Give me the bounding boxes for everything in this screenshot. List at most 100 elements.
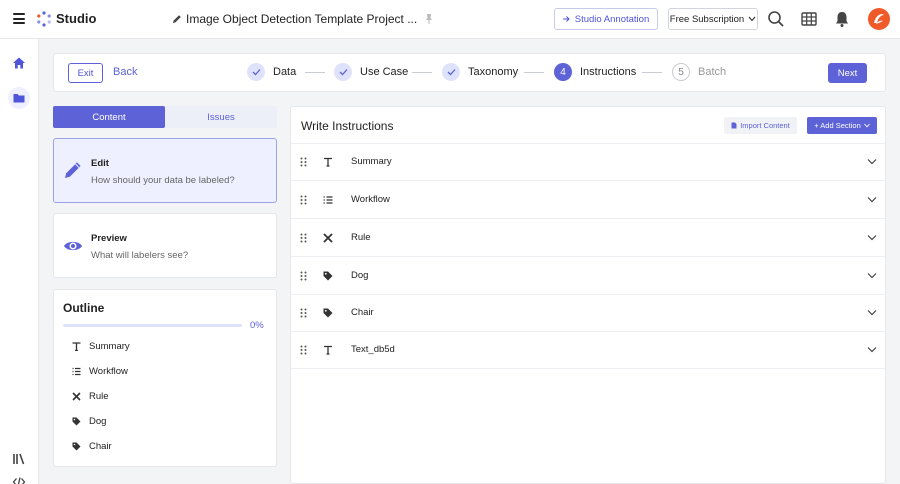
menu-icon[interactable] — [13, 13, 25, 24]
section-label: Summary — [351, 156, 392, 167]
home-icon[interactable] — [12, 56, 26, 70]
tag-icon — [71, 417, 81, 427]
section-row-chair[interactable]: Chair — [291, 295, 885, 332]
avatar[interactable] — [868, 8, 890, 30]
outline-item-dog[interactable]: Dog — [71, 416, 106, 427]
chevron-down-icon — [748, 16, 756, 22]
chevron-down-icon[interactable] — [867, 158, 877, 166]
editor-title: Write Instructions — [301, 119, 394, 133]
chevron-down-icon — [863, 123, 870, 128]
preview-mode-card[interactable]: Preview What will labelers see? — [53, 213, 277, 278]
step-connector — [524, 72, 544, 73]
rule-icon — [323, 233, 333, 243]
outline-item-label: Dog — [89, 416, 107, 427]
subscription-label: Free Subscription — [669, 13, 745, 25]
outline-item-label: Workflow — [89, 366, 128, 377]
step-label: Batch — [698, 66, 727, 78]
outline-progress-bar — [63, 324, 242, 327]
step-label: Use Case — [360, 66, 409, 78]
tab-issues[interactable]: Issues — [165, 106, 277, 128]
section-label: Text_db5d — [351, 344, 395, 355]
tag-icon — [323, 308, 333, 318]
section-label: Workflow — [351, 194, 390, 205]
pin-icon[interactable] — [425, 14, 433, 24]
step-connector — [642, 72, 662, 73]
step-check-icon — [334, 63, 352, 81]
chevron-down-icon[interactable] — [867, 272, 877, 280]
mode-subtitle: What will labelers see? — [91, 250, 189, 261]
import-content-button[interactable]: Import Content — [724, 117, 797, 134]
studio-annotation-button[interactable]: Studio Annotation — [554, 8, 658, 30]
drag-handle-icon[interactable] — [300, 195, 307, 205]
outline-item-label: Chair — [89, 441, 112, 452]
add-section-button[interactable]: + Add Section — [807, 117, 877, 134]
library-icon[interactable] — [12, 452, 26, 466]
mode-title: Preview — [91, 233, 127, 244]
outline-item-summary[interactable]: Summary — [71, 341, 130, 352]
search-icon[interactable] — [767, 10, 785, 28]
step-label: Data — [273, 66, 297, 78]
step-label: Instructions — [580, 66, 637, 78]
top-bar: Studio Image Object Detection Template P… — [0, 0, 900, 39]
step-use-case[interactable]: Use Case — [334, 63, 408, 81]
step-instructions[interactable]: 4 Instructions — [554, 63, 636, 81]
drag-handle-icon[interactable] — [300, 308, 307, 318]
grid-apps-icon[interactable] — [800, 10, 818, 28]
section-row-workflow[interactable]: Workflow — [291, 182, 885, 219]
tab-content[interactable]: Content — [53, 106, 165, 128]
step-label: Taxonomy — [468, 66, 519, 78]
step-number: 4 — [554, 63, 572, 81]
step-connector — [305, 72, 325, 73]
project-title-text: Image Object Detection Template Project … — [186, 12, 418, 26]
subscription-dropdown[interactable]: Free Subscription — [668, 8, 758, 30]
studio-annotation-label: Studio Annotation — [574, 13, 650, 25]
outline-panel: Outline 0% Summary Workflow Rule Dog Cha… — [53, 289, 277, 467]
pencil-icon — [173, 15, 181, 23]
section-row-summary[interactable]: Summary — [291, 144, 885, 181]
document-icon — [731, 122, 737, 129]
pencil-icon — [65, 162, 81, 178]
chevron-down-icon[interactable] — [867, 234, 877, 242]
drag-handle-icon[interactable] — [300, 271, 307, 281]
step-batch[interactable]: 5 Batch — [672, 63, 726, 81]
step-data[interactable]: Data — [247, 63, 296, 81]
chevron-down-icon[interactable] — [867, 309, 877, 317]
rule-icon — [71, 392, 81, 402]
list-icon — [323, 196, 333, 204]
section-row-rule[interactable]: Rule — [291, 220, 885, 257]
text-icon — [71, 342, 81, 352]
outline-item-rule[interactable]: Rule — [71, 391, 109, 402]
tag-icon — [71, 442, 81, 452]
outline-title: Outline — [63, 301, 105, 315]
drag-handle-icon[interactable] — [300, 345, 307, 355]
arrow-right-icon — [562, 16, 570, 22]
outline-item-chair[interactable]: Chair — [71, 441, 112, 452]
next-button[interactable]: Next — [828, 63, 867, 83]
code-icon[interactable] — [12, 475, 26, 484]
folder-icon[interactable] — [12, 91, 26, 105]
project-title[interactable]: Image Object Detection Template Project … — [172, 12, 433, 26]
studio-logo-icon — [37, 11, 51, 27]
back-button[interactable]: Back — [113, 66, 137, 78]
drag-handle-icon[interactable] — [300, 233, 307, 243]
left-rail — [0, 39, 39, 484]
bell-icon[interactable] — [833, 10, 851, 28]
stepper-bar: Exit Back Data Use Case Taxonomy 4 Instr… — [53, 53, 886, 92]
section-label: Dog — [351, 270, 369, 281]
drag-handle-icon[interactable] — [300, 157, 307, 167]
outline-item-workflow[interactable]: Workflow — [71, 366, 128, 377]
chevron-down-icon[interactable] — [867, 196, 877, 204]
chevron-down-icon[interactable] — [867, 346, 877, 354]
step-taxonomy[interactable]: Taxonomy — [442, 63, 518, 81]
outline-item-label: Summary — [89, 341, 130, 352]
mode-title: Edit — [91, 158, 109, 169]
section-row-dog[interactable]: Dog — [291, 258, 885, 295]
edit-mode-card[interactable]: Edit How should your data be labeled? — [53, 138, 277, 203]
mode-subtitle: How should your data be labeled? — [91, 175, 235, 186]
tag-icon — [323, 271, 333, 281]
text-icon — [324, 345, 332, 355]
section-row-text[interactable]: Text_db5d — [291, 332, 885, 369]
exit-button[interactable]: Exit — [68, 63, 103, 83]
step-connector — [412, 72, 432, 73]
step-number: 5 — [672, 63, 690, 81]
